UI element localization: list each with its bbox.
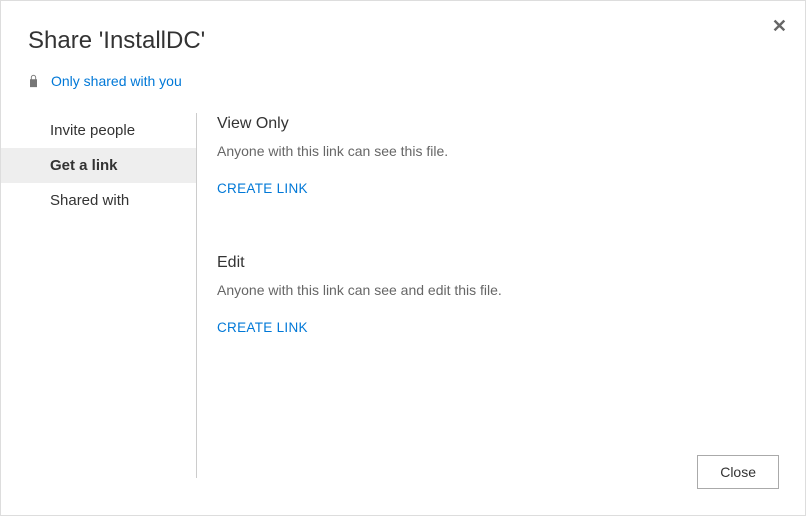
sharing-status-link[interactable]: Only shared with you [51,73,182,89]
vertical-divider [196,113,197,478]
create-view-link-button[interactable]: CREATE LINK [217,181,805,196]
tab-get-a-link[interactable]: Get a link [1,148,196,183]
create-edit-link-button[interactable]: CREATE LINK [217,320,805,335]
dialog-content: Invite people Get a link Shared with Vie… [1,113,805,478]
main-panel: View Only Anyone with this link can see … [217,113,805,478]
tab-sidebar: Invite people Get a link Shared with [28,113,196,478]
edit-title: Edit [217,254,805,272]
tab-shared-with[interactable]: Shared with [1,183,196,218]
lock-icon [28,74,39,88]
edit-section: Edit Anyone with this link can see and e… [217,254,805,335]
dialog-header: Share 'InstallDC' Only shared with you [1,1,805,89]
dialog-title: Share 'InstallDC' [28,27,805,55]
share-dialog: ✕ Share 'InstallDC' Only shared with you… [1,1,805,515]
view-only-section: View Only Anyone with this link can see … [217,115,805,196]
view-only-title: View Only [217,115,805,133]
close-button[interactable]: Close [697,455,779,489]
edit-description: Anyone with this link can see and edit t… [217,282,805,298]
view-only-description: Anyone with this link can see this file. [217,143,805,159]
dialog-footer: Close [697,455,779,489]
sharing-status: Only shared with you [28,73,805,89]
tab-invite-people[interactable]: Invite people [1,113,196,148]
close-icon[interactable]: ✕ [772,17,787,35]
